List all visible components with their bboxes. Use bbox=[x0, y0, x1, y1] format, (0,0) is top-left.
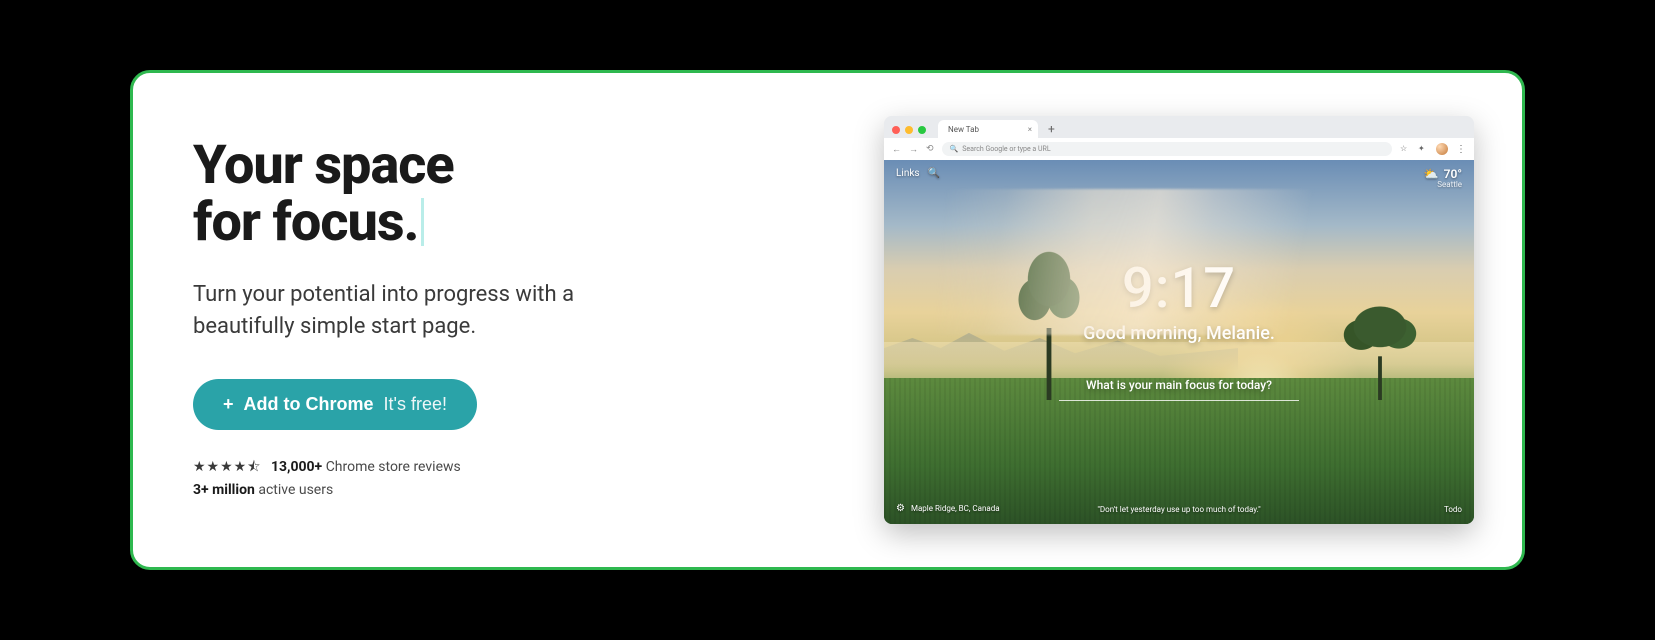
close-window-icon[interactable] bbox=[892, 126, 900, 134]
omnibox-placeholder: Search Google or type a URL bbox=[962, 145, 1050, 153]
gear-icon[interactable]: ⚙ bbox=[896, 503, 905, 514]
minimize-window-icon[interactable] bbox=[905, 126, 913, 134]
search-icon[interactable]: 🔍 bbox=[928, 168, 940, 179]
address-row: ← → ⟲ 🔍 Search Google or type a URL ☆ ✦ … bbox=[884, 138, 1474, 160]
window-controls bbox=[892, 126, 926, 138]
star-rating-icon: ★★★★⯪ bbox=[193, 459, 261, 475]
browser-tab[interactable]: New Tab × bbox=[938, 120, 1038, 138]
forward-icon[interactable]: → bbox=[909, 144, 918, 155]
new-tab-scene: Links 🔍 ⛅ 70° Seattle 9:17 Good morning,… bbox=[884, 160, 1474, 524]
tab-row: New Tab × + bbox=[884, 116, 1474, 138]
hero-title-line1: Your space bbox=[193, 134, 454, 197]
reviews-line: ★★★★⯪ 13,000+ Chrome store reviews bbox=[193, 456, 844, 479]
location-text: Maple Ridge, BC, Canada bbox=[911, 504, 1000, 513]
profile-avatar[interactable] bbox=[1436, 143, 1448, 155]
users-suffix: active users bbox=[258, 482, 333, 498]
links-label: Links bbox=[896, 168, 920, 179]
todo-button[interactable]: Todo bbox=[1444, 505, 1462, 514]
cta-main-label: Add to Chrome bbox=[244, 394, 374, 415]
hero-meta: ★★★★⯪ 13,000+ Chrome store reviews 3+ mi… bbox=[193, 456, 844, 502]
plus-icon: + bbox=[223, 394, 234, 415]
maximize-window-icon[interactable] bbox=[918, 126, 926, 134]
weather-city: Seattle bbox=[1424, 181, 1462, 190]
new-tab-button[interactable]: + bbox=[1042, 122, 1061, 138]
hero-subtitle: Turn your potential into progress with a… bbox=[193, 279, 633, 343]
hero-left: Your space for focus. Turn your potentia… bbox=[193, 138, 844, 502]
users-count: 3+ million bbox=[193, 482, 255, 498]
scene-bottom-bar: ⚙ Maple Ridge, BC, Canada "Don't let yes… bbox=[896, 503, 1462, 514]
daily-quote: "Don't let yesterday use up too much of … bbox=[1097, 505, 1260, 514]
promo-card: Your space for focus. Turn your potentia… bbox=[130, 70, 1525, 570]
extensions-icon[interactable]: ✦ bbox=[1418, 144, 1428, 154]
reviews-suffix: Chrome store reviews bbox=[326, 459, 461, 475]
scene-top-bar: Links 🔍 ⛅ 70° Seattle bbox=[896, 168, 1462, 190]
reload-icon[interactable]: ⟲ bbox=[926, 144, 934, 154]
cta-free-label: It's free! bbox=[384, 394, 447, 415]
add-to-chrome-button[interactable]: + Add to Chrome It's free! bbox=[193, 379, 477, 430]
scene-center: 9:17 Good morning, Melanie. What is your… bbox=[884, 255, 1474, 401]
focus-prompt: What is your main focus for today? bbox=[1086, 378, 1272, 392]
photo-location[interactable]: ⚙ Maple Ridge, BC, Canada bbox=[896, 503, 1000, 514]
search-icon: 🔍 bbox=[950, 145, 959, 153]
reviews-count: 13,000+ bbox=[271, 459, 322, 475]
weather-widget[interactable]: ⛅ 70° Seattle bbox=[1424, 168, 1462, 190]
browser-chrome: New Tab × + ← → ⟲ 🔍 Search Google or typ… bbox=[884, 116, 1474, 160]
star-bookmark-icon[interactable]: ☆ bbox=[1400, 144, 1410, 154]
close-tab-icon[interactable]: × bbox=[1028, 125, 1032, 134]
links-menu[interactable]: Links 🔍 bbox=[896, 168, 940, 179]
focus-input[interactable] bbox=[1059, 400, 1299, 401]
typing-cursor bbox=[421, 198, 424, 246]
hero-title-line2: for focus. bbox=[193, 191, 419, 254]
clock: 9:17 bbox=[1122, 255, 1236, 321]
hero-title: Your space for focus. bbox=[193, 138, 844, 251]
users-line: 3+ million active users bbox=[193, 479, 844, 502]
tab-title: New Tab bbox=[948, 125, 979, 134]
greeting: Good morning, Melanie. bbox=[1083, 323, 1275, 344]
back-icon[interactable]: ← bbox=[892, 144, 901, 155]
browser-preview: New Tab × + ← → ⟲ 🔍 Search Google or typ… bbox=[884, 116, 1474, 524]
address-bar[interactable]: 🔍 Search Google or type a URL bbox=[942, 142, 1392, 156]
menu-icon[interactable]: ⋮ bbox=[1456, 144, 1466, 155]
